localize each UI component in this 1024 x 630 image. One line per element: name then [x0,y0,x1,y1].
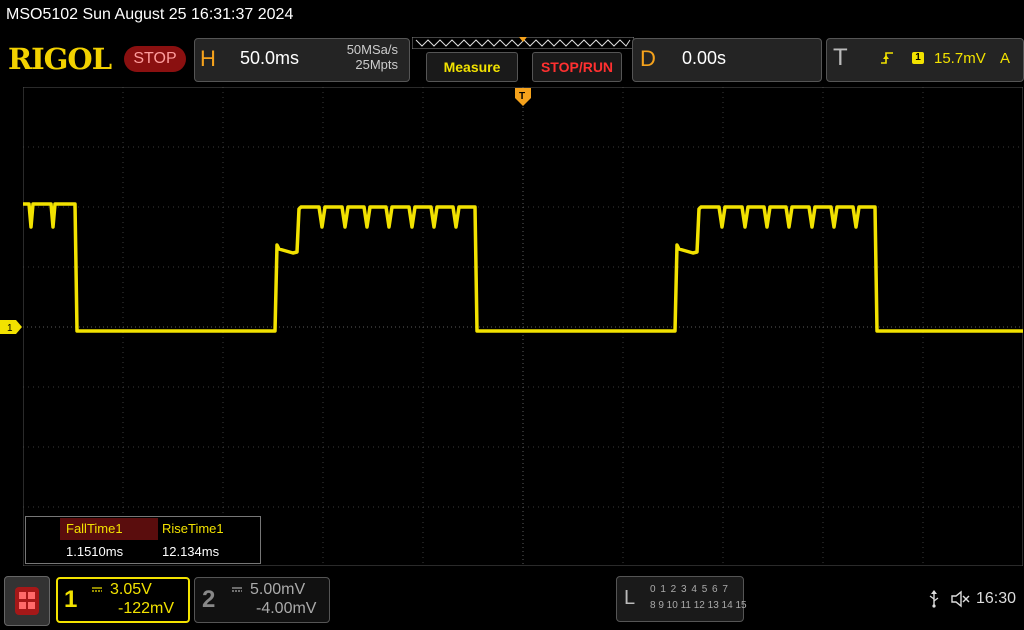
stop-run-button[interactable]: STOP/RUN [532,52,622,82]
rigol-logo: RIGOL [8,42,112,76]
delay-panel[interactable] [632,38,822,82]
sample-rate: 50MSa/s [346,42,398,57]
trigger-panel[interactable] [826,38,1024,82]
logic-channels-low: 0 1 2 3 4 5 6 7 [650,584,729,595]
measure-button[interactable]: Measure [426,52,518,82]
channel-2-number: 2 [202,586,216,613]
channel-2-offset: -4.00mV [256,600,317,617]
logic-analyzer-panel[interactable] [616,576,744,622]
device-title: MSO5102 Sun August 25 16:31:37 2024 [6,6,294,23]
menu-grid-icon [15,587,39,615]
waveform-display[interactable] [23,87,1023,566]
trigger-position-marker[interactable]: T [515,88,531,108]
title-bar: MSO5102 Sun August 25 16:31:37 2024 [0,0,1024,32]
clock: 16:30 [976,590,1017,607]
main-menu-button[interactable] [4,576,50,626]
channel-1-offset: -122mV [118,600,175,617]
acquisition-info: 50MSa/s 25Mpts [300,42,398,72]
channel-1-number: 1 [64,586,78,613]
memory-position-strip [412,37,634,49]
channel-2-scale: 5.00mV [250,581,306,598]
trigger-level: 15.7mV [934,50,986,67]
trigger-mode: A [1000,50,1011,67]
delay-value: 0.00s [682,48,727,68]
measurement-value-rise: 12.134ms [162,544,220,559]
mute-speaker-icon[interactable] [950,590,970,608]
rising-edge-icon [881,52,893,64]
measurement-value-fall: 1.1510ms [66,544,124,559]
dc-coupling-icon [92,587,102,592]
trigger-marker-label: T [519,91,525,102]
trigger-label: T [833,44,848,71]
channel-1-marker-label: 1 [7,323,13,334]
logic-channels-high: 8 9 10 11 12 13 14 15 [650,600,747,611]
measurement-header-rise: RiseTime1 [158,518,256,540]
memory-depth: 25Mpts [355,57,398,72]
horizontal-label: H [200,46,216,71]
usb-icon [929,590,939,608]
center-axes [23,87,1023,566]
measurement-header-fall: FallTime1 [60,518,158,540]
timebase-value: 50.0ms [240,48,300,68]
channel-1-scale: 3.05V [110,581,152,598]
run-state-badge[interactable]: STOP [124,46,186,72]
delay-label: D [640,46,656,71]
trigger-source-badge: 1 [912,52,924,64]
channel-1-ground-marker[interactable]: 1 [0,320,24,334]
logic-analyzer-label: L [624,587,636,609]
dc-coupling-icon [232,587,242,592]
